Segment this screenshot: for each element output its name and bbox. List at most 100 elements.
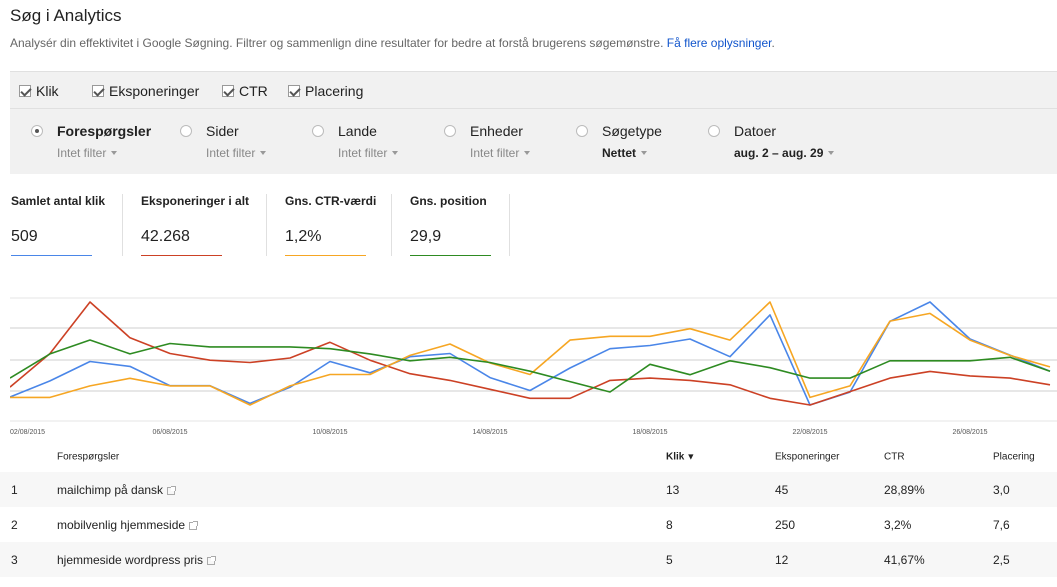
clicks-cell: 13	[666, 482, 680, 497]
table-row[interactable]: 3 hjemmeside wordpress pris 5 12 41,67% …	[0, 542, 1057, 577]
queries-filter-dropdown[interactable]: Intet filter	[57, 146, 151, 160]
radio-icon[interactable]	[708, 125, 720, 137]
scorecard-color-bar	[285, 255, 366, 256]
metric-position-checkbox[interactable]: Placering	[288, 83, 363, 99]
x-tick-label: 02/08/2015	[10, 429, 45, 436]
group-countries[interactable]: Lande Intet filter	[312, 123, 399, 160]
page-title: Søg i Analytics	[10, 6, 122, 25]
scorecard-label: Gns. CTR-værdi	[285, 194, 377, 208]
filter-value: Intet filter	[470, 146, 520, 160]
column-header-clicks[interactable]: Klik ▼	[666, 452, 695, 463]
ctr-cell: 41,67%	[884, 552, 925, 567]
scorecard-value: 42.268	[141, 228, 190, 245]
x-tick-label: 26/08/2015	[952, 429, 987, 436]
metric-ctr-checkbox[interactable]: CTR	[222, 83, 268, 99]
clicks-cell: 5	[666, 552, 673, 567]
table-header-row: Forespørgsler Klik ▼ Eksponeringer CTR Pl…	[0, 442, 1057, 472]
series-line[interactable]	[10, 301, 1051, 406]
sort-descending-icon: ▼	[686, 451, 696, 462]
pages-filter-dropdown[interactable]: Intet filter	[206, 146, 267, 160]
metric-clicks-checkbox[interactable]: Klik	[19, 83, 59, 99]
queries-table: Forespørgsler Klik ▼ Eksponeringer CTR Pl…	[0, 442, 1057, 577]
caret-down-icon	[828, 151, 835, 155]
external-link-icon[interactable]	[189, 520, 199, 530]
scorecard-position[interactable]: Gns. position 29,9	[410, 194, 491, 258]
external-link-icon[interactable]	[167, 485, 177, 495]
radio-icon[interactable]	[444, 125, 456, 137]
filter-value: Intet filter	[338, 146, 388, 160]
table-row[interactable]: 2 mobilvenlig hjemmeside 8 250 3,2% 7,6	[0, 507, 1057, 542]
scorecard-value: 29,9	[410, 228, 442, 245]
scorecard-ctr[interactable]: Gns. CTR-værdi 1,2%	[285, 194, 376, 258]
query-text: hjemmeside wordpress pris	[57, 552, 204, 567]
filter-panel: Klik Eksponeringer CTR Placering Forespø…	[10, 71, 1057, 174]
x-tick-label: 18/08/2015	[632, 429, 667, 436]
group-dates[interactable]: Datoer aug. 2 – aug. 29	[708, 123, 835, 160]
column-header-queries[interactable]: Forespørgsler	[57, 452, 119, 463]
row-number: 2	[11, 517, 18, 532]
caret-down-icon	[392, 151, 399, 155]
caret-down-icon	[524, 151, 531, 155]
radio-icon[interactable]	[576, 125, 588, 137]
group-search-type[interactable]: Søgetype Nettet	[576, 123, 662, 160]
scorecard-impressions[interactable]: Eksponeringer i alt 42.268	[141, 194, 249, 258]
metric-impressions-checkbox[interactable]: Eksponeringer	[92, 83, 199, 99]
scorecard-divider	[122, 194, 123, 256]
countries-filter-dropdown[interactable]: Intet filter	[338, 146, 399, 160]
checkbox-checked-icon	[92, 85, 104, 97]
row-number: 3	[11, 552, 18, 567]
scorecard-color-bar	[11, 255, 92, 256]
external-link-icon[interactable]	[207, 555, 217, 565]
group-queries[interactable]: Forespørgsler Intet filter	[31, 123, 151, 160]
column-header-position[interactable]: Placering	[993, 452, 1035, 463]
query-text: mobilvenlig hjemmeside	[57, 517, 186, 532]
ctr-cell: 3,2%	[884, 517, 912, 532]
scorecard-divider	[391, 194, 392, 256]
position-cell: 3,0	[993, 482, 1010, 497]
group-pages[interactable]: Sider Intet filter	[180, 123, 267, 160]
series-line[interactable]	[10, 301, 1051, 406]
ctr-cell: 28,89%	[884, 482, 925, 497]
checkbox-checked-icon	[19, 85, 31, 97]
query-cell[interactable]: mobilvenlig hjemmeside	[57, 517, 199, 532]
header-text: Klik	[666, 451, 685, 463]
group-label: Datoer	[734, 123, 777, 139]
metric-label: CTR	[239, 83, 268, 99]
scorecard-color-bar	[141, 255, 222, 256]
metric-checkboxes: Klik Eksponeringer CTR Placering	[10, 72, 1057, 109]
radio-icon[interactable]	[180, 125, 192, 137]
scorecard-clicks[interactable]: Samlet antal klik 509	[11, 194, 105, 258]
caret-down-icon	[641, 151, 648, 155]
query-cell[interactable]: mailchimp på dansk	[57, 482, 177, 497]
radio-selected-icon[interactable]	[31, 125, 43, 137]
scorecard-label: Gns. position	[410, 194, 487, 208]
page-description: Analysér din effektivitet i Google Søgni…	[10, 36, 775, 50]
scorecard-label: Eksponeringer i alt	[141, 194, 250, 208]
devices-filter-dropdown[interactable]: Intet filter	[470, 146, 531, 160]
x-tick-label: 06/08/2015	[152, 429, 187, 436]
table-row[interactable]: 1 mailchimp på dansk 13 45 28,89% 3,0	[0, 472, 1057, 507]
series-line[interactable]	[10, 301, 1051, 406]
metric-label: Placering	[305, 83, 364, 99]
group-label: Søgetype	[602, 123, 662, 139]
row-number: 1	[11, 482, 18, 497]
clicks-cell: 8	[666, 517, 673, 532]
filter-value: Intet filter	[57, 146, 107, 160]
group-devices[interactable]: Enheder Intet filter	[444, 123, 531, 160]
column-header-impressions[interactable]: Eksponeringer	[775, 452, 839, 463]
column-header-ctr[interactable]: CTR	[884, 452, 905, 463]
query-text: mailchimp på dansk	[57, 482, 164, 497]
performance-line-chart[interactable]: 02/08/2015 06/08/2015 10/08/2015 14/08/2015…	[10, 293, 1057, 438]
scorecard-divider	[509, 194, 510, 256]
date-range-dropdown[interactable]: aug. 2 – aug. 29	[734, 146, 835, 160]
x-tick-label: 10/08/2015	[312, 429, 347, 436]
query-cell[interactable]: hjemmeside wordpress pris	[57, 552, 217, 567]
learn-more-link[interactable]: Få flere oplysninger	[667, 36, 772, 50]
search-type-dropdown[interactable]: Nettet	[602, 146, 662, 160]
metric-label: Eksponeringer	[109, 83, 200, 99]
group-label: Forespørgsler	[57, 123, 152, 139]
filter-value: aug. 2 – aug. 29	[734, 146, 824, 160]
radio-icon[interactable]	[312, 125, 324, 137]
description-text: Analysér din effektivitet i Google Søgni…	[10, 36, 664, 50]
scorecard-value: 1,2%	[285, 228, 322, 245]
